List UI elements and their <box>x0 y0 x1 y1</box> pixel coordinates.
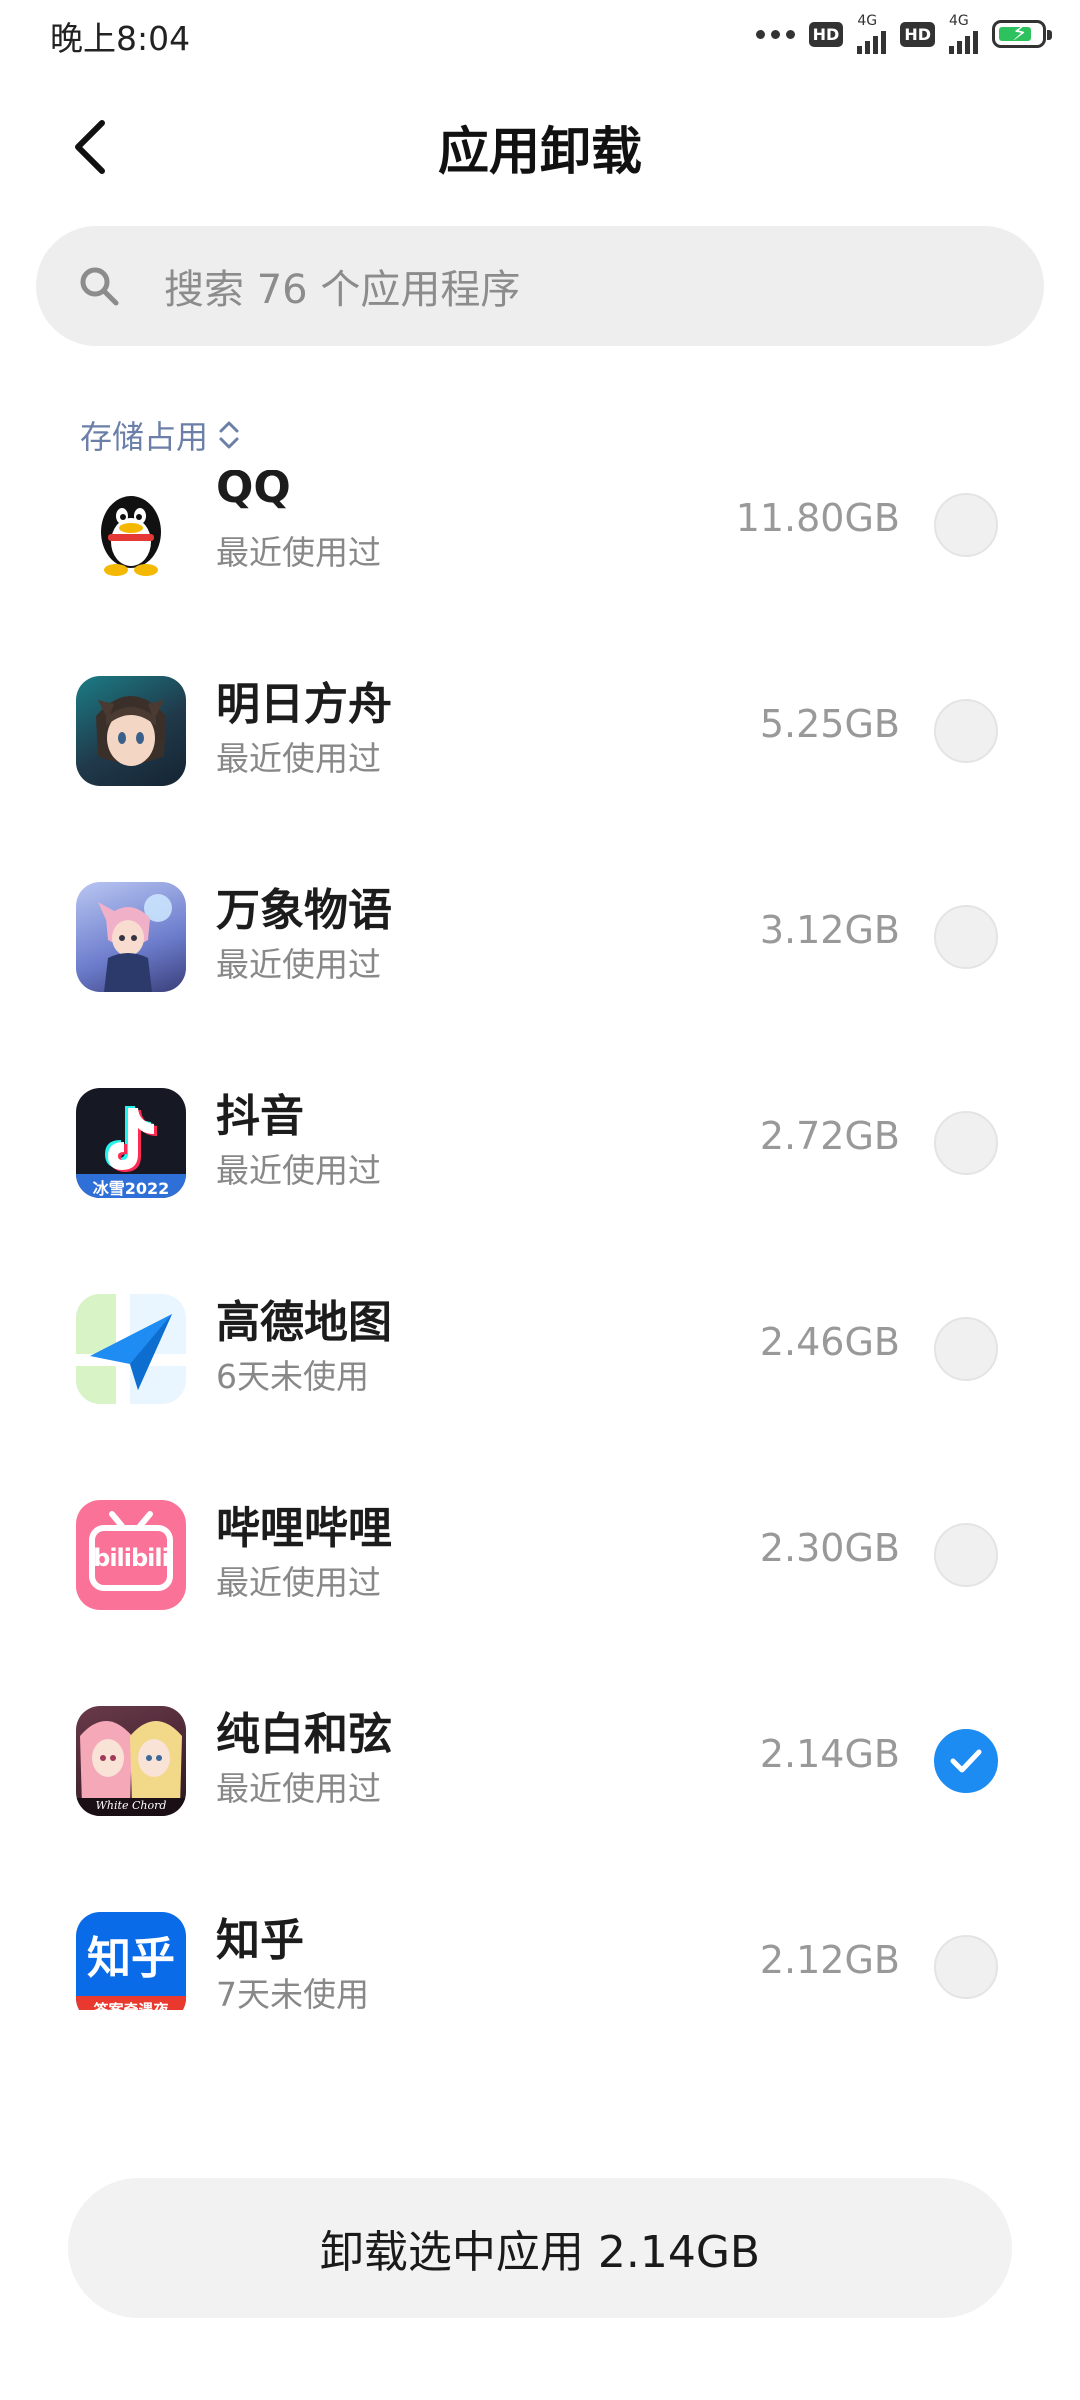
wanxiang-app-icon <box>76 882 186 992</box>
white-chord-logo-text: White Chord <box>95 1799 167 1812</box>
app-usage-status: 最近使用过 <box>216 533 381 572</box>
qq-app-icon <box>76 470 186 580</box>
status-bar: 晚上8:04 HD 4G HD 4G ⚡ <box>0 0 1080 66</box>
sort-updown-icon <box>218 418 240 452</box>
app-name: 抖音 <box>216 1091 304 1142</box>
list-item[interactable]: 高德地图 6天未使用 2.46GB <box>0 1246 1080 1452</box>
app-checkbox[interactable] <box>934 493 998 557</box>
white-chord-app-icon: White Chord <box>76 1706 186 1816</box>
app-name: 纯白和弦 <box>216 1709 392 1760</box>
search-input[interactable]: 搜索 76 个应用程序 <box>36 226 1044 346</box>
app-name: 万象物语 <box>216 885 392 936</box>
list-item[interactable]: QQ 最近使用过 11.80GB <box>0 470 1080 628</box>
app-name: 哔哩哔哩 <box>216 1503 392 1554</box>
app-usage-status: 最近使用过 <box>216 1151 381 1190</box>
bilibili-logo-text: bilibili <box>93 1544 170 1572</box>
app-name: 知乎 <box>216 1915 304 1966</box>
app-checkbox[interactable] <box>934 905 998 969</box>
app-size: 11.80GB <box>735 496 900 540</box>
signal-icon-2: 4G <box>949 14 978 54</box>
checkmark-icon <box>950 1749 982 1773</box>
app-checkbox[interactable] <box>934 1935 998 1999</box>
zhihu-logo-text: 知乎 <box>87 1933 175 1984</box>
app-usage-status: 最近使用过 <box>216 945 381 984</box>
douyin-badge-text: 冰雪2022 <box>92 1179 170 1198</box>
app-usage-status: 最近使用过 <box>216 1769 381 1808</box>
app-name: QQ <box>216 470 291 513</box>
signal-icon-1: 4G <box>857 13 887 54</box>
app-usage-status: 最近使用过 <box>216 739 381 778</box>
uninstall-selected-button[interactable]: 卸载选中应用 2.14GB <box>68 2178 1012 2318</box>
app-size: 2.12GB <box>759 1938 900 1982</box>
amap-app-icon <box>76 1294 186 1404</box>
sort-dropdown[interactable]: 存储占用 <box>80 412 240 458</box>
page-title: 应用卸载 <box>437 123 642 182</box>
list-item[interactable]: 知乎 答案奇遇夜 知乎 7天未使用 2.12GB <box>0 1864 1080 2010</box>
network-label-1: 4G <box>857 13 878 29</box>
app-checkbox-checked[interactable] <box>934 1729 998 1793</box>
list-item[interactable]: bilibili 哔哩哔哩 最近使用过 2.30GB <box>0 1452 1080 1658</box>
app-size: 5.25GB <box>759 702 900 746</box>
app-checkbox[interactable] <box>934 1523 998 1587</box>
network-label-2: 4G <box>949 13 969 29</box>
hd-badge: HD <box>808 21 844 47</box>
arknights-app-icon <box>76 676 186 786</box>
search-placeholder: 搜索 76 个应用程序 <box>164 267 521 313</box>
battery-charging-icon: ⚡ <box>992 20 1052 48</box>
list-item[interactable]: White Chord 纯白和弦 最近使用过 2.14GB <box>0 1658 1080 1864</box>
app-size: 2.46GB <box>759 1320 900 1364</box>
app-name: 高德地图 <box>216 1297 392 1348</box>
douyin-app-icon: 冰雪2022 <box>76 1088 186 1198</box>
app-size: 2.72GB <box>759 1114 900 1158</box>
app-checkbox[interactable] <box>934 1111 998 1175</box>
app-checkbox[interactable] <box>934 1317 998 1381</box>
app-usage-status: 7天未使用 <box>216 1975 369 2010</box>
status-time: 晚上8:04 <box>50 19 191 58</box>
app-usage-status: 最近使用过 <box>216 1563 381 1602</box>
status-icons: HD 4G HD 4G ⚡ <box>755 13 1052 54</box>
bilibili-app-icon: bilibili <box>76 1500 186 1610</box>
zhihu-app-icon: 知乎 答案奇遇夜 <box>76 1912 186 2010</box>
list-item[interactable]: 万象物语 最近使用过 3.12GB <box>0 834 1080 1040</box>
app-size: 3.12GB <box>759 908 900 952</box>
app-usage-status: 6天未使用 <box>216 1357 369 1396</box>
list-item[interactable]: 明日方舟 最近使用过 5.25GB <box>0 628 1080 834</box>
app-checkbox[interactable] <box>934 699 998 763</box>
sort-label: 存储占用 <box>80 418 209 456</box>
more-dots-icon <box>755 29 795 39</box>
list-item[interactable]: 冰雪2022 抖音 最近使用过 2.72GB <box>0 1040 1080 1246</box>
app-name: 明日方舟 <box>216 679 392 730</box>
search-icon <box>76 263 122 309</box>
hd-badge-2: HD <box>900 21 935 47</box>
app-size: 2.14GB <box>759 1732 900 1776</box>
app-size: 2.30GB <box>759 1526 900 1570</box>
zhihu-badge-text: 答案奇遇夜 <box>93 2001 169 2010</box>
app-list[interactable]: QQ 最近使用过 11.80GB 明日方舟 最近使用过 5.25GB 万象物语 … <box>0 470 1080 2010</box>
